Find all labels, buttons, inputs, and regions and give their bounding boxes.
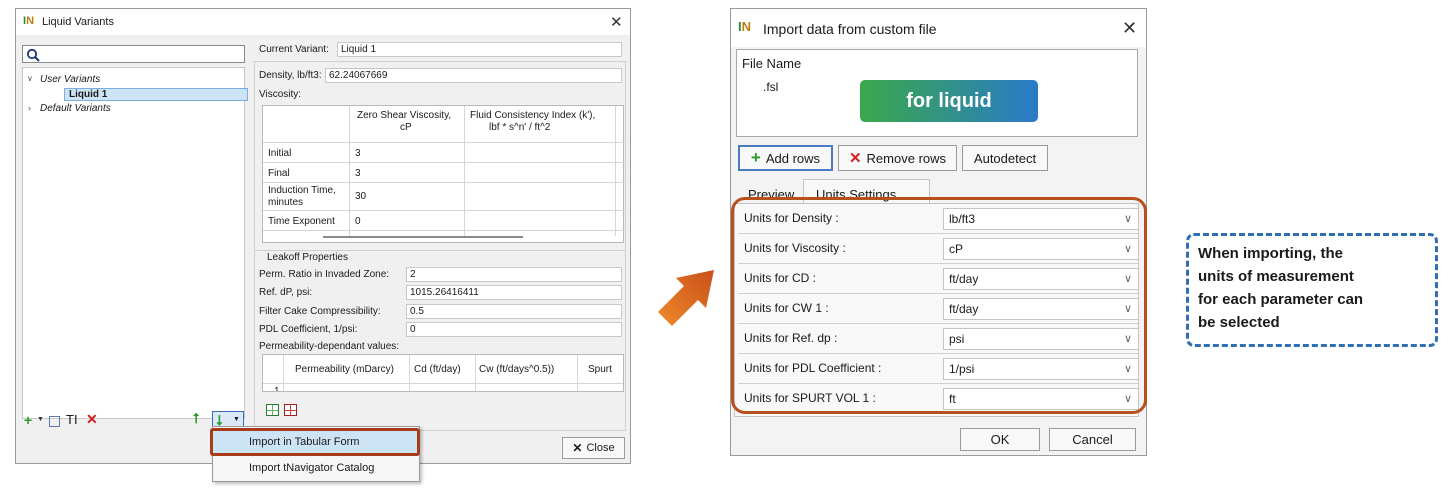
callout-line: units of measurement xyxy=(1198,268,1354,285)
viscosity-table: Zero Shear Viscosity, cP Fluid Consisten… xyxy=(262,105,625,243)
close-button-label: Close xyxy=(586,442,615,454)
horizontal-scrollbar[interactable] xyxy=(323,236,523,238)
units-highlight-frame xyxy=(731,197,1147,414)
filter-cake-field[interactable]: 0.5 xyxy=(406,304,622,319)
title-bar: IN Import data from custom file ✕ xyxy=(731,9,1146,47)
remove-table-row-icon[interactable] xyxy=(284,404,297,416)
tree-item-label: Liquid 1 xyxy=(69,89,108,100)
pdl-field[interactable]: 0 xyxy=(406,322,622,337)
col-header: Spurt xyxy=(588,364,612,375)
col-header: Cd (ft/day) xyxy=(414,364,461,375)
col-header: Cw (ft/days^0.5)) xyxy=(479,364,555,375)
callout-box: When importing, the units of measurement… xyxy=(1186,233,1438,347)
window-title: Liquid Variants xyxy=(42,16,114,28)
row-number: 1 xyxy=(274,386,280,392)
search-icon xyxy=(26,48,40,62)
x-icon: ✕ xyxy=(848,150,862,167)
tree-item-user-variants[interactable]: User Variants xyxy=(40,74,100,85)
cancel-button[interactable]: Cancel xyxy=(1049,428,1136,451)
col-header: Permeability (mDarcy) xyxy=(295,364,394,375)
pdl-label: PDL Coefficient, 1/psi: xyxy=(259,324,358,335)
row-label: Final xyxy=(268,168,290,179)
delete-icon[interactable]: ✕ xyxy=(86,411,98,428)
permeability-table: Permeability (mDarcy) Cd (ft/day) Cw (ft… xyxy=(262,354,624,392)
perm-ratio-field[interactable]: 2 xyxy=(406,267,622,282)
variant-tree: ∨ User Variants Liquid 1 › Default Varia… xyxy=(22,67,248,419)
search-input[interactable] xyxy=(22,45,245,63)
add-table-row-icon[interactable] xyxy=(266,404,279,416)
remove-rows-label: Remove rows xyxy=(866,150,947,166)
filter-cake-label: Filter Cake Compressibility: xyxy=(259,306,381,317)
tree-item-default-variants[interactable]: Default Variants xyxy=(40,103,111,114)
ok-button[interactable]: OK xyxy=(960,428,1040,451)
dropdown-arrow-icon[interactable]: ▼ xyxy=(37,416,44,423)
chevron-right-icon[interactable]: › xyxy=(28,103,31,113)
perm-ratio-label: Perm. Ratio in Invaded Zone: xyxy=(259,269,390,280)
liquid-variants-window: IN Liquid Variants ✕ ∨ User Variants Liq… xyxy=(15,8,631,464)
plus-icon: + xyxy=(750,148,761,167)
current-variant-field[interactable]: Liquid 1 xyxy=(337,42,622,57)
banner-for-liquid: for liquid xyxy=(860,80,1038,122)
close-icon: ✕ xyxy=(572,441,583,455)
viscosity-label: Viscosity: xyxy=(259,89,302,100)
highlight-frame xyxy=(210,428,420,456)
ref-dp-label: Ref. dP, psi: xyxy=(259,287,313,298)
perm-dep-label: Permeability-dependant values: xyxy=(259,341,400,352)
callout-line: be selected xyxy=(1198,314,1280,331)
leakoff-title: Leakoff Properties xyxy=(267,252,348,263)
app-logo-icon: IN xyxy=(23,15,35,27)
banner-label: for liquid xyxy=(906,89,992,112)
row-label: Initial xyxy=(268,148,292,159)
col-header-consistency-unit: lbf * s^n' / ft^2 xyxy=(489,122,551,133)
app-logo-icon: IN xyxy=(738,19,752,34)
add-icon[interactable]: + xyxy=(24,412,32,428)
autodetect-button[interactable]: Autodetect xyxy=(962,145,1048,171)
col-header-consistency: Fluid Consistency Index (k'), xyxy=(470,110,596,121)
close-icon[interactable]: ✕ xyxy=(1122,18,1137,39)
export-icon[interactable]: ⭡ xyxy=(193,410,200,427)
dropdown-arrow-icon: ▼ xyxy=(233,416,240,423)
menu-item-import-catalog[interactable]: Import tNavigator Catalog xyxy=(213,456,419,480)
remove-rows-button[interactable]: ✕ Remove rows xyxy=(838,145,957,171)
add-rows-label: Add rows xyxy=(765,150,821,166)
tree-item-selected[interactable]: Liquid 1 xyxy=(64,88,248,101)
ref-dp-field[interactable]: 1015.26416411 xyxy=(406,285,622,300)
row-value[interactable]: 3 xyxy=(355,168,361,179)
cancel-label: Cancel xyxy=(1072,432,1113,447)
row-label: Induction Time, xyxy=(268,185,336,196)
file-name-header: File Name xyxy=(742,56,802,71)
density-field[interactable]: 62.24067669 xyxy=(325,68,622,83)
callout-line: for each parameter can xyxy=(1198,291,1364,308)
close-button[interactable]: ✕ Close xyxy=(562,437,625,459)
row-value[interactable]: 3 xyxy=(355,148,361,159)
autodetect-label: Autodetect xyxy=(973,150,1037,166)
rename-icon[interactable]: TI xyxy=(66,412,78,427)
callout-line: When importing, the xyxy=(1198,245,1343,262)
duplicate-icon[interactable] xyxy=(49,416,60,427)
col-header-zero-shear-unit: cP xyxy=(400,122,412,133)
file-ext: .fsl xyxy=(763,80,779,94)
row-label: Time Exponent xyxy=(268,216,335,227)
window-title: Import data from custom file xyxy=(763,21,937,37)
row-value[interactable]: 0 xyxy=(355,216,361,227)
density-label: Density, lb/ft3: xyxy=(259,70,322,81)
title-bar: IN Liquid Variants ✕ xyxy=(16,9,630,35)
file-list: File Name .fsl for liquid xyxy=(736,49,1138,137)
row-value[interactable]: 30 xyxy=(355,191,366,202)
arrow-icon xyxy=(658,270,714,326)
close-icon[interactable]: ✕ xyxy=(610,13,623,31)
add-rows-button[interactable]: + Add rows xyxy=(738,145,833,171)
chevron-down-icon[interactable]: ∨ xyxy=(27,74,33,83)
current-variant-label: Current Variant: xyxy=(259,44,329,55)
ok-label: OK xyxy=(990,432,1010,447)
row-label-2: minutes xyxy=(268,197,304,208)
col-header-zero-shear: Zero Shear Viscosity, xyxy=(357,110,452,121)
